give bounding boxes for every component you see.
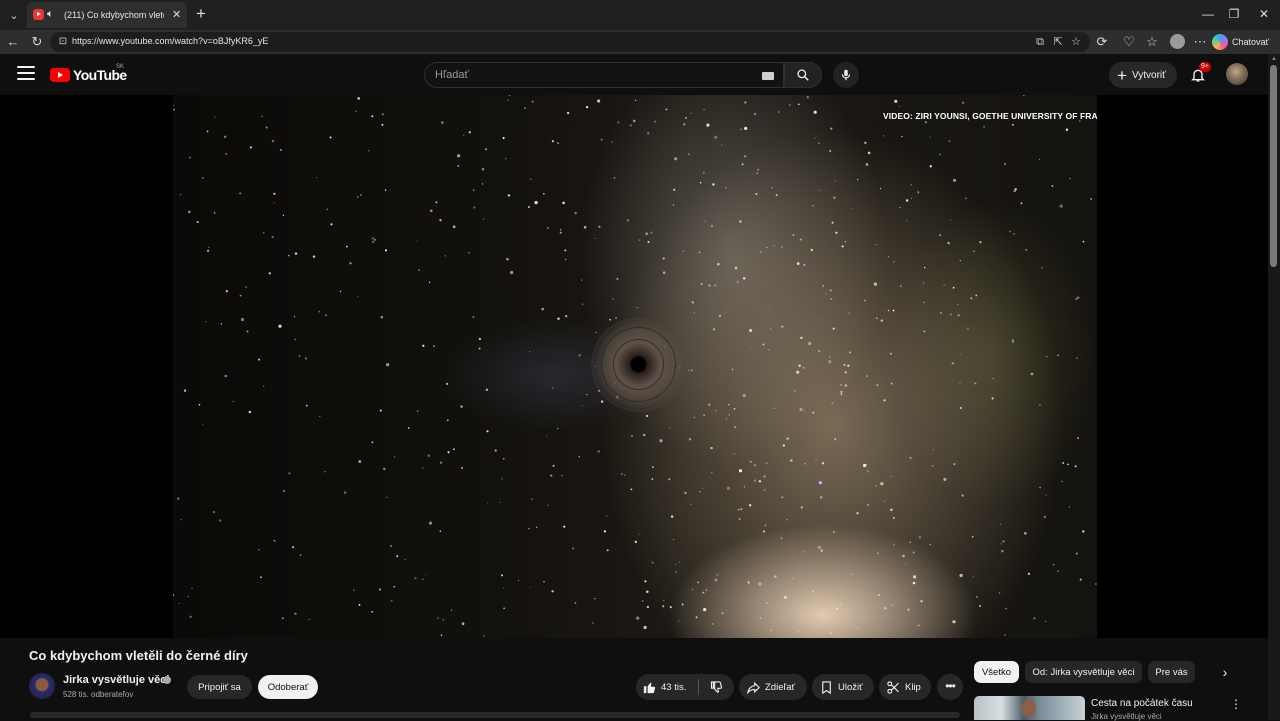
youtube-favicon-icon	[33, 9, 44, 20]
save-button[interactable]: Uložiť	[812, 674, 874, 700]
close-window-button[interactable]: ✕	[1254, 5, 1274, 23]
recommendation-title[interactable]: Cesta na počátek času	[1091, 698, 1193, 709]
browser-tab-active[interactable]: 🔈︎ (211) Co kdybychom vletěli do černé d…	[27, 2, 187, 28]
new-tab-button[interactable]: +	[192, 4, 210, 24]
share-button[interactable]: Zdieľať	[739, 674, 807, 700]
favorite-star-icon[interactable]: ☆	[1068, 34, 1084, 50]
thumbnail-face-image	[1022, 699, 1036, 717]
like-dislike-group: 43 tis.	[636, 674, 734, 700]
chevron-right-icon[interactable]: ›	[1214, 661, 1236, 683]
video-frame[interactable]: VIDEO: ZIRI YOUNSI, GOETHE UNIVERSITY OF…	[173, 95, 1097, 638]
horizontal-scrollbar[interactable]	[30, 712, 960, 718]
site-info-icon[interactable]: ⊡	[57, 35, 69, 49]
speaker-icon[interactable]: 🔈︎	[47, 8, 54, 21]
settings-more-icon[interactable]: ⋯	[1191, 33, 1209, 51]
search-button[interactable]	[784, 62, 822, 88]
account-avatar[interactable]	[1226, 63, 1248, 85]
plus-icon: +	[1117, 65, 1127, 85]
browser-profile-icon[interactable]	[1170, 34, 1185, 49]
like-count: 43 tis.	[661, 681, 687, 693]
thumbs-up-icon	[643, 682, 656, 693]
voice-search-button[interactable]	[833, 62, 859, 88]
share-label: Zdieľať	[765, 681, 796, 693]
address-bar[interactable]: ⊡ https://www.youtube.com/watch?v=oBJfyK…	[50, 32, 1090, 52]
more-actions-button[interactable]: •••	[937, 674, 963, 700]
recommendation-thumbnail[interactable]	[974, 696, 1085, 720]
reload-icon[interactable]: ↻	[28, 33, 46, 51]
tab-close-icon[interactable]: ✕	[172, 8, 181, 21]
browser-toolbar: ← ↻ ⊡ https://www.youtube.com/watch?v=oB…	[0, 30, 1280, 54]
translate-icon[interactable]: ⧉	[1032, 34, 1048, 50]
maximize-button[interactable]: ❐	[1224, 5, 1244, 23]
page-scrollbar-thumb[interactable]	[1270, 65, 1277, 267]
share-arrow-icon	[746, 681, 760, 695]
notifications-button[interactable]: 9+	[1188, 62, 1211, 86]
thumbs-down-icon	[710, 680, 723, 693]
channel-avatar[interactable]	[29, 673, 55, 699]
minimize-button[interactable]: —	[1198, 5, 1218, 23]
hamburger-menu-icon[interactable]	[17, 66, 35, 82]
extensions-icon[interactable]: ⟳	[1093, 33, 1111, 51]
notification-count-badge: 9+	[1199, 62, 1211, 72]
dislike-button[interactable]	[699, 674, 734, 700]
bookmark-icon	[822, 680, 831, 694]
video-credit-caption: VIDEO: ZIRI YOUNSI, GOETHE UNIVERSITY OF…	[883, 111, 1097, 121]
back-arrow-icon[interactable]: ←	[4, 33, 22, 51]
video-title: Co kdybychom vletěli do černé díry	[29, 648, 248, 663]
save-label: Uložiť	[838, 681, 863, 693]
verified-check-icon	[163, 676, 171, 684]
black-hole-image	[591, 317, 686, 412]
scroll-up-icon[interactable]: ▲	[1271, 56, 1277, 62]
search-box[interactable]: Hľadať	[424, 62, 784, 88]
chip-from-channel[interactable]: Od: Jirka vysvětluje věci	[1025, 661, 1142, 683]
join-button[interactable]: Pripojiť sa	[187, 675, 252, 699]
video-player[interactable]: VIDEO: ZIRI YOUNSI, GOETHE UNIVERSITY OF…	[0, 95, 1268, 638]
clip-label: Klip	[905, 681, 921, 693]
channel-name[interactable]: Jirka vysvětluje věci	[63, 674, 169, 686]
microphone-icon	[841, 69, 851, 81]
search-input[interactable]: Hľadať	[435, 69, 469, 81]
clip-button[interactable]: Klip	[879, 674, 931, 700]
browser-tab-bar: ⌄ 🔈︎ (211) Co kdybychom vletěli do černé…	[0, 0, 1280, 30]
create-button[interactable]: + Vytvoriť	[1109, 62, 1177, 88]
youtube-header: YouTube SK Hľadať + Vytvoriť 9+	[0, 54, 1268, 95]
country-code: SK	[116, 64, 125, 70]
tab-title: (211) Co kdybychom vletěli do černé díry…	[64, 10, 164, 20]
chip-for-you[interactable]: Pre vás	[1148, 661, 1195, 683]
favorites-icon[interactable]: ☆	[1143, 33, 1161, 51]
chip-all[interactable]: Všetko	[974, 661, 1019, 683]
youtube-play-logo-icon	[50, 68, 70, 82]
url-text[interactable]: https://www.youtube.com/watch?v=oBJfyKR6…	[72, 36, 268, 46]
copilot-icon	[1212, 34, 1228, 50]
create-label: Vytvoriť	[1131, 69, 1166, 81]
like-button[interactable]: 43 tis.	[636, 674, 698, 700]
search-icon	[797, 69, 809, 81]
vertical-dots-menu-icon[interactable]: ⋮	[1230, 697, 1242, 711]
copilot-button[interactable]: Chatovať	[1212, 32, 1276, 52]
browser-essentials-icon[interactable]: ♡	[1120, 33, 1138, 51]
subscriber-count: 528 tis. odberateľov	[63, 690, 134, 699]
tab-list-chevron-icon[interactable]: ⌄	[4, 6, 24, 24]
scissors-icon	[887, 680, 899, 694]
subscribe-button[interactable]: Odoberať	[258, 675, 318, 699]
copilot-label: Chatovať	[1232, 37, 1269, 47]
open-in-app-icon[interactable]: ⇱	[1050, 34, 1066, 50]
keyboard-icon[interactable]	[762, 72, 774, 80]
